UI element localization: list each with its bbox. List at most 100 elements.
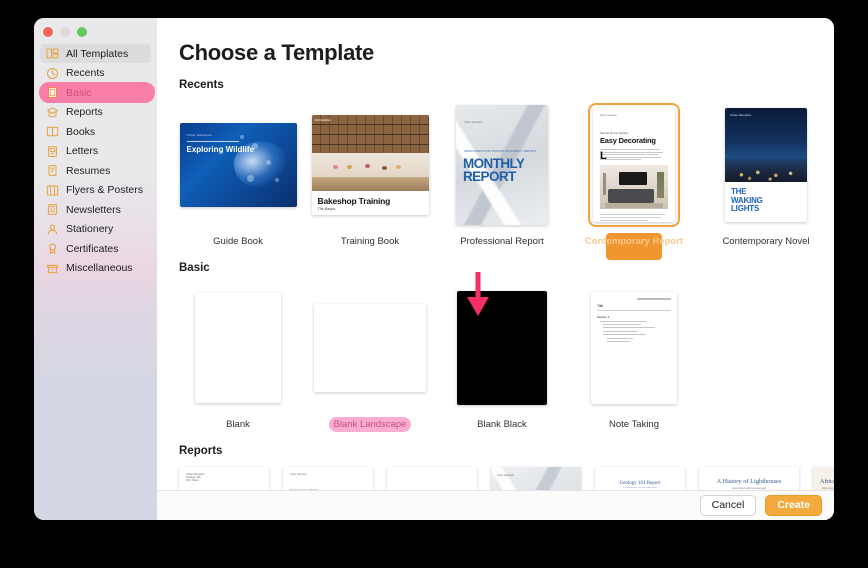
template-caption-annotated: Contemporary Report [575, 233, 693, 260]
sidebar-item-recents[interactable]: Recents [40, 64, 151, 83]
thumb-eyebrow: SEMICONDUCTOR TRANSIT EFFICIENCY REPORT [464, 149, 537, 153]
thumb-subtitle: Lorem ipsum dolor sit amet eget [731, 487, 767, 490]
thumb-kicker: Chloe Sampson [600, 114, 618, 117]
sidebar-item-flyers-and-posters[interactable]: Flyers & Posters [40, 181, 151, 200]
template-thumbnail [195, 293, 281, 403]
sidebar-item-resumes[interactable]: Resumes [40, 161, 151, 180]
page-title: Choose a Template [179, 40, 374, 65]
template-tile-geology-report[interactable]: Chloe SampsonGeology 101Prof. Reed Geolo… [179, 467, 269, 490]
template-thumbnail: Chloe Sampson SEMICONDUCTOR TRANSITEFFIC… [491, 467, 581, 490]
template-tile-blank-landscape[interactable]: Blank Landscape [311, 284, 429, 432]
thumb-title-line2: REPORT [463, 169, 516, 184]
template-caption: Blank Black [477, 419, 527, 430]
thumb-author: Chloe Sampson [730, 113, 752, 117]
sidebar-item-all-templates[interactable]: All Templates [40, 44, 151, 63]
thumb-title: Geology 101 Report [619, 481, 661, 486]
sidebar-item-miscellaneous[interactable]: Miscellaneous [40, 259, 151, 278]
template-scroll-area[interactable]: Choose a Template Recents Chloe Sampson … [157, 18, 834, 490]
document-blank-icon [46, 86, 59, 99]
misc-box-icon [46, 262, 59, 275]
certificate-icon [46, 242, 59, 255]
template-thumbnail-selected: Chloe Sampson Simple Home Styling Easy D… [588, 103, 680, 227]
sidebar-item-reports[interactable]: Reports [40, 103, 151, 122]
section-recents: Recents Chloe Sampson Exploring Wildlife… [179, 79, 834, 260]
template-tile-professional-report[interactable]: Chloe Sampson SEMICONDUCTOR TRANSIT EFFI… [443, 101, 561, 248]
template-tile-training-book[interactable]: 2023 Edition Bakeshop Training The Basic… [311, 101, 429, 248]
sidebar-item-list: All Templates Recents Basic Reports Book… [34, 44, 157, 278]
sidebar-item-letters[interactable]: Letters [40, 142, 151, 161]
template-thumbnail [314, 304, 426, 392]
thumb-badge: 2023 Edition [314, 118, 332, 122]
section-heading: Basic [179, 262, 210, 274]
thumb-title: Bakeshop Training [317, 196, 391, 206]
sidebar-item-label: Basic [66, 86, 92, 99]
section-basic: Basic Blank Blank Landscape Blank Black … [179, 262, 834, 432]
template-tile-geology-report-2[interactable]: Geology 101 Report The rocks you see and… [595, 467, 685, 490]
clock-icon [46, 67, 59, 80]
letter-icon [46, 145, 59, 158]
sidebar-item-label: Stationery [66, 223, 114, 235]
template-tile-contemporary-report[interactable]: Chloe Sampson Simple Home Styling Easy D… [575, 101, 693, 260]
thumb-kicker: Chloe Sampson [464, 121, 483, 124]
template-thumbnail: Geology 101 Report The rocks you see and… [595, 467, 685, 490]
template-thumbnail: Africa Chloe Sampson [813, 467, 834, 490]
template-row: Blank Blank Landscape Blank Black Title … [179, 284, 834, 432]
thumb-eyebrow: Simple Home Styling [290, 488, 318, 490]
template-tile-monthly-report[interactable]: Chloe Sampson SEMICONDUCTOR TRANSITEFFIC… [491, 467, 581, 490]
template-tile-africa[interactable]: Africa Chloe Sampson [813, 467, 834, 490]
sidebar-item-certificates[interactable]: Certificates [40, 239, 151, 258]
template-caption: Professional Report [460, 236, 544, 247]
template-tile-note-taking[interactable]: Title Section 1 Note Taking [575, 284, 693, 431]
sidebar-item-books[interactable]: Books [40, 122, 151, 141]
template-caption: Guide Book [213, 236, 263, 247]
sidebar-item-label: Miscellaneous [66, 262, 133, 274]
thumb-title: A History of Lighthouses [716, 478, 782, 485]
resume-icon [46, 164, 59, 177]
sidebar-item-label: Reports [66, 106, 103, 118]
template-thumbnail: Chloe Sampson Simple Home Styling Easy D… [283, 467, 373, 490]
template-tile-blank[interactable]: Blank [179, 284, 297, 431]
zoom-window-button[interactable] [77, 27, 87, 37]
sidebar-item-label: All Templates [66, 47, 129, 60]
create-button[interactable]: Create [765, 495, 822, 516]
thumb-title: Exploring Wildlife [186, 145, 254, 154]
section-heading: Recents [179, 79, 224, 91]
template-caption: Contemporary Novel [722, 236, 810, 247]
sidebar-item-label: Letters [66, 145, 99, 157]
template-caption: Note Taking [609, 419, 659, 430]
dialog-action-bar: Cancel Create [157, 490, 834, 520]
template-chooser-main: Choose a Template Recents Chloe Sampson … [157, 18, 834, 520]
thumb-title: Africa [820, 479, 834, 485]
thumb-kicker: Chloe Sampson [186, 133, 212, 137]
sidebar-item-label: Flyers & Posters [66, 184, 144, 196]
newsletter-icon [46, 203, 59, 216]
sidebar-item-label: Recents [66, 67, 105, 79]
sidebar-item-label: Books [66, 125, 96, 138]
section-heading: Reports [179, 445, 223, 457]
thumb-title-line3: LIGHTS [731, 204, 760, 213]
template-row: Chloe Sampson Exploring Wildlife Guide B… [179, 101, 834, 260]
cancel-button[interactable]: Cancel [699, 495, 757, 516]
thumb-subtitle: The Basics [317, 207, 336, 211]
template-thumbnail: Title Section 1 [591, 292, 677, 404]
template-tile-blank-report[interactable] [387, 467, 477, 490]
template-tile-easy-decorating[interactable]: Chloe Sampson Simple Home Styling Easy D… [283, 467, 373, 490]
close-window-button[interactable] [43, 27, 53, 37]
sidebar-item-basic[interactable]: Basic [39, 82, 155, 103]
minimize-window-button[interactable] [60, 27, 70, 37]
template-tile-history-of-lighthouses[interactable]: A History of Lighthouses Lorem ipsum dol… [699, 467, 799, 490]
template-tile-guide-book[interactable]: Chloe Sampson Exploring Wildlife Guide B… [179, 101, 297, 248]
sidebar-item-label: Certificates [66, 242, 119, 255]
template-caption: Blank [226, 419, 250, 430]
grid-templates-icon [46, 47, 59, 60]
thumb-subhead: Section 1 [597, 314, 610, 319]
thumb-title: Easy Decorating [600, 136, 656, 145]
sidebar-item-stationery[interactable]: Stationery [40, 220, 151, 239]
template-tile-contemporary-novel[interactable]: Chloe Sampson THE WAKING LIGHTS Contempo… [707, 101, 825, 248]
template-thumbnail [457, 291, 547, 405]
section-reports: Reports Chloe Sampson Geology 101 Prof. Re… [179, 445, 834, 490]
sidebar-item-newsletters[interactable]: Newsletters [40, 200, 151, 219]
thumb-eyebrow: Simple Home Styling [600, 131, 628, 135]
template-thumbnail: Chloe Sampson Exploring Wildlife [179, 123, 297, 207]
template-tile-blank-black[interactable]: Blank Black [443, 284, 561, 431]
